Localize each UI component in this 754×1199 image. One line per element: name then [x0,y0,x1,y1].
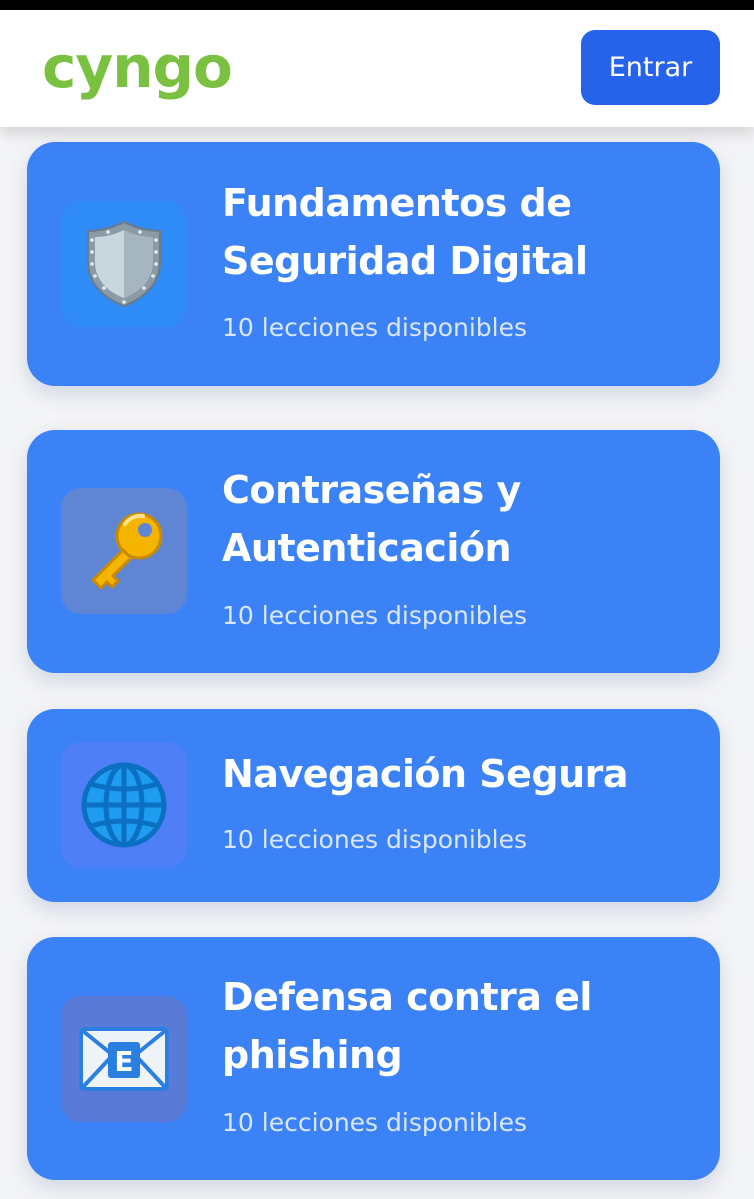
cyngo-logo[interactable]: cyngo [42,32,233,102]
course-title: Defensa contra el phishing [222,975,592,1077]
app-header: cyngo Entrar [0,10,754,127]
lessons-count: 10 lecciones disponibles [222,1108,528,1137]
course-card-security-fundamentals[interactable]: Fundamentos de Seguridad Digital 10 lecc… [27,142,720,386]
course-icon-box [61,488,187,614]
course-title: Contraseñas y Autenticación [222,468,521,570]
status-bar [0,0,754,10]
lessons-count: 10 lecciones disponibles [222,601,528,630]
course-title: Fundamentos de Seguridad Digital [222,181,588,283]
course-title: Navegación Segura [222,752,629,796]
course-card-passwords[interactable]: Contraseñas y Autenticación 10 lecciones… [27,430,720,673]
key-icon [91,512,163,590]
envelope-icon: E [79,1027,169,1091]
course-card-phishing-defense[interactable]: E Defensa contra el phishing 10 leccione… [27,937,720,1180]
shield-icon [87,220,161,308]
course-icon-box [61,742,187,868]
course-icon-box [61,201,187,327]
course-icon-box: E [61,996,187,1122]
lessons-count: 10 lecciones disponibles [222,313,528,342]
login-button[interactable]: Entrar [581,30,720,105]
course-card-safe-browsing[interactable]: Navegación Segura 10 lecciones disponibl… [27,709,720,902]
globe-icon [81,762,167,848]
svg-text:E: E [114,1045,133,1078]
lessons-count: 10 lecciones disponibles [222,825,528,854]
